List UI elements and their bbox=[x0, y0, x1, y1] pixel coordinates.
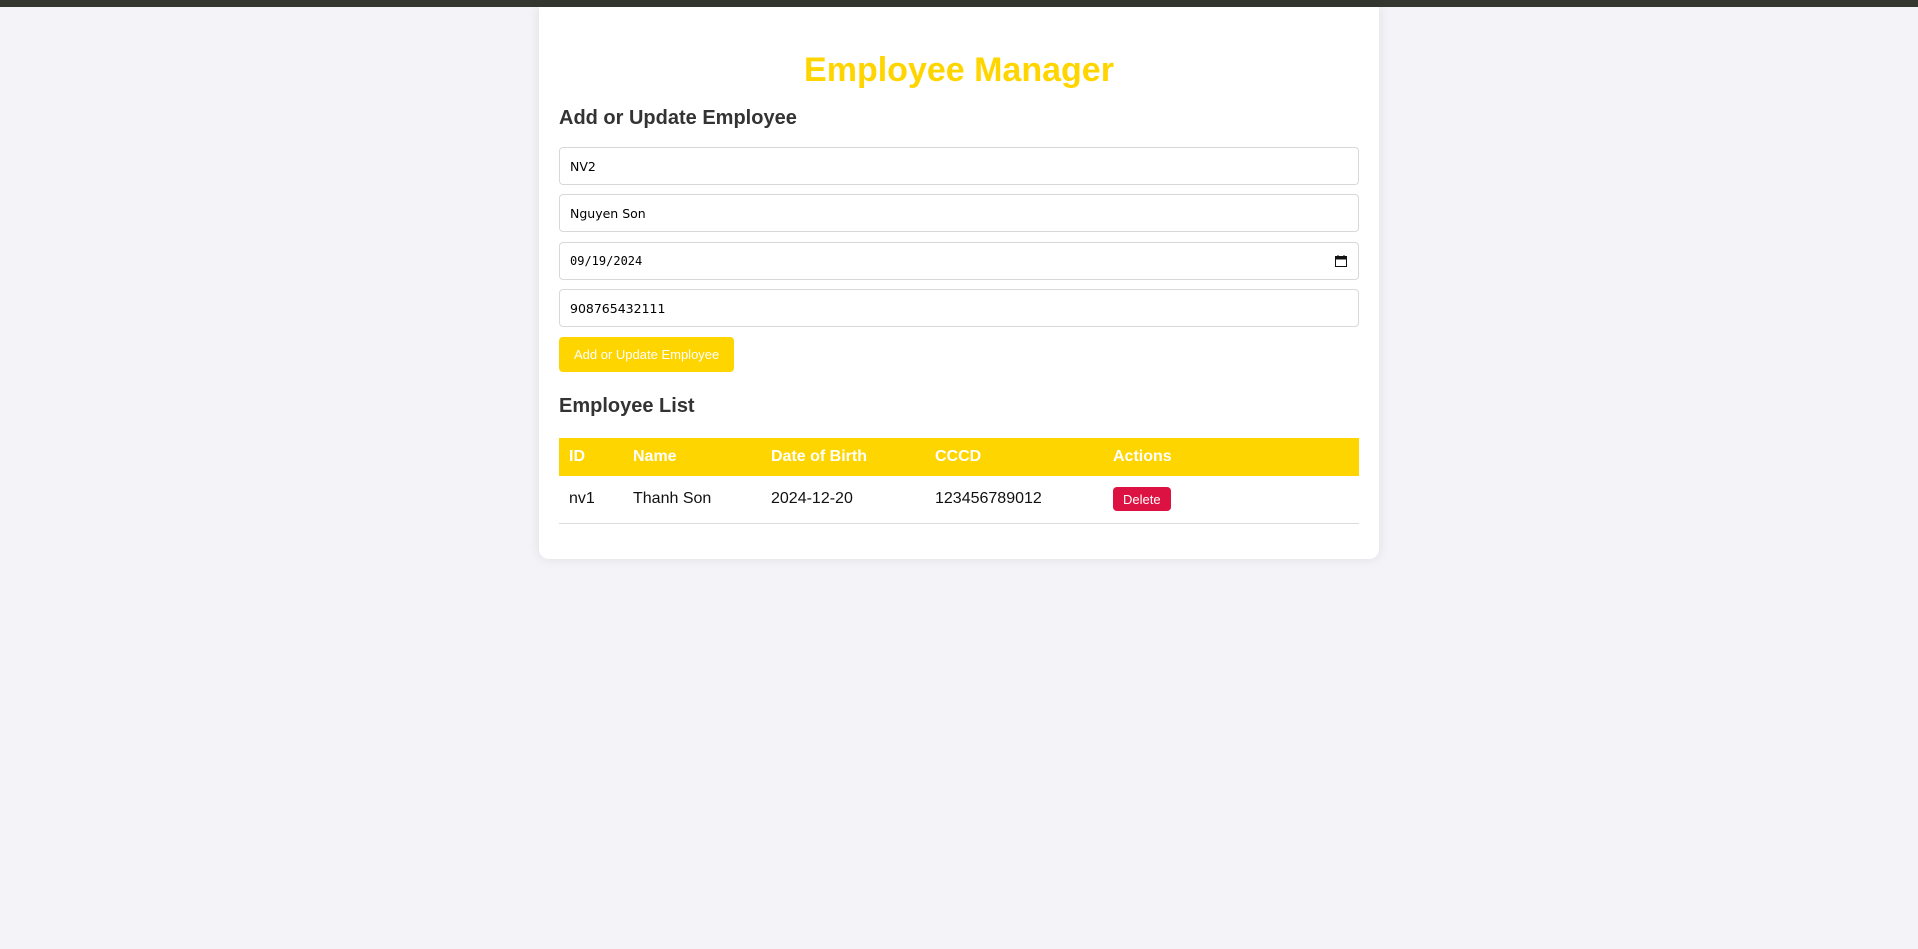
form-heading: Add or Update Employee bbox=[559, 107, 797, 129]
cell-id: nv1 bbox=[559, 476, 623, 524]
employee-manager-card: Employee Manager Add or Update Employee … bbox=[539, 7, 1379, 559]
cell-cccd: 123456789012 bbox=[925, 476, 1103, 524]
employee-table: ID Name Date of Birth CCCD Actions nv1 T… bbox=[559, 438, 1359, 524]
cell-name: Thanh Son bbox=[623, 476, 761, 524]
column-header-name: Name bbox=[633, 448, 677, 465]
window-top-bar bbox=[0, 0, 1918, 7]
calendar-icon[interactable] bbox=[1335, 255, 1347, 267]
employee-id-input[interactable] bbox=[559, 147, 1359, 185]
employee-list-heading: Employee List bbox=[559, 395, 695, 417]
table-row: nv1 Thanh Son 2024-12-20 123456789012 De… bbox=[559, 476, 1359, 524]
column-header-dob: Date of Birth bbox=[771, 448, 867, 465]
delete-employee-button[interactable]: Delete bbox=[1113, 487, 1171, 512]
page-title: Employee Manager bbox=[804, 51, 1114, 89]
column-header-cccd: CCCD bbox=[935, 448, 982, 465]
dob-input[interactable]: 09/19/2024 bbox=[559, 242, 1359, 280]
cell-actions: Delete bbox=[1103, 476, 1359, 524]
column-header-id: ID bbox=[569, 448, 585, 465]
table-header-row: ID Name Date of Birth CCCD Actions bbox=[559, 438, 1359, 476]
column-header-actions: Actions bbox=[1113, 448, 1172, 465]
dob-field-wrapper: 09/19/2024 bbox=[559, 242, 1359, 280]
cell-dob: 2024-12-20 bbox=[761, 476, 925, 524]
employee-cccd-input[interactable] bbox=[559, 289, 1359, 327]
add-update-employee-button[interactable]: Add or Update Employee bbox=[559, 337, 735, 372]
employee-name-input[interactable] bbox=[559, 194, 1359, 232]
